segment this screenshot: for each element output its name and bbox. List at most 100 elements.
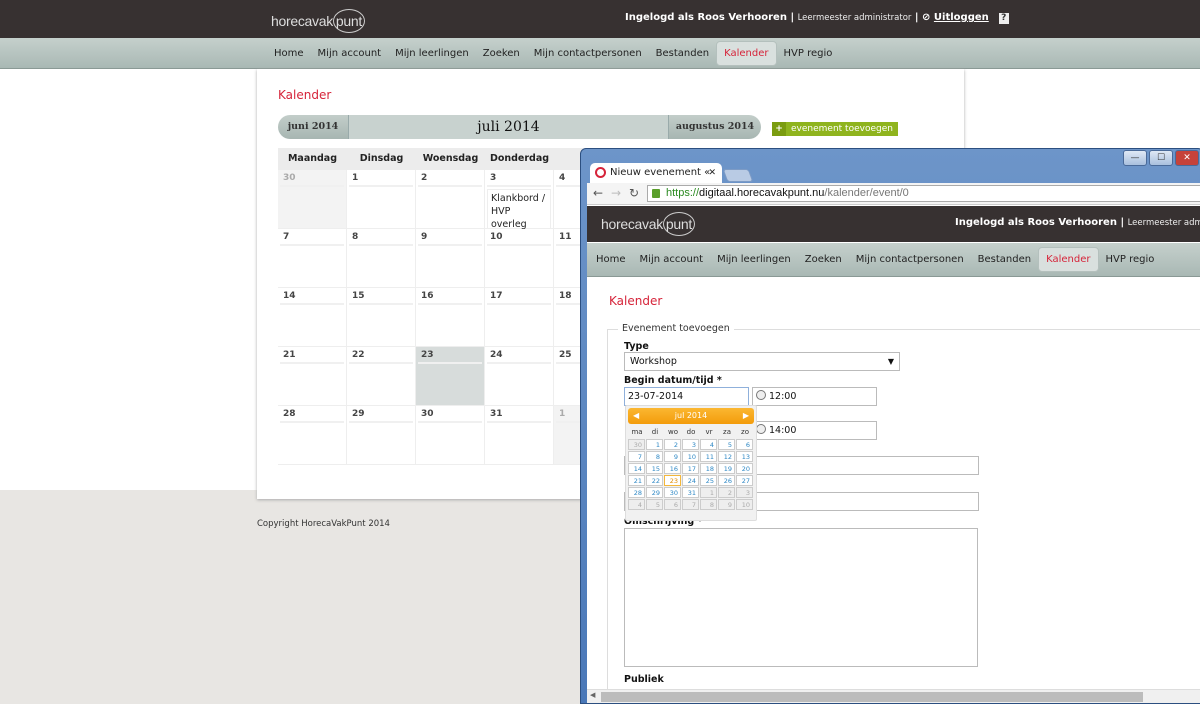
day-cell[interactable]: 24 bbox=[485, 347, 554, 406]
nav-item-zoeken[interactable]: Zoeken bbox=[476, 42, 527, 65]
nav-item-mijn-leerlingen[interactable]: Mijn leerlingen bbox=[710, 248, 798, 271]
datepicker-day[interactable]: 5 bbox=[646, 499, 663, 510]
datepicker-day[interactable]: 14 bbox=[628, 463, 645, 474]
datepicker-day[interactable]: 9 bbox=[718, 499, 735, 510]
browser-tab[interactable]: Nieuw evenement «✕ bbox=[590, 163, 722, 183]
datepicker-day[interactable]: 3 bbox=[682, 439, 699, 450]
nav-item-bestanden[interactable]: Bestanden bbox=[649, 42, 716, 65]
datepicker-day[interactable]: 6 bbox=[736, 439, 753, 450]
nav-item-mijn-contactpersonen[interactable]: Mijn contactpersonen bbox=[849, 248, 971, 271]
day-cell[interactable]: 28 bbox=[278, 406, 347, 465]
datepicker-day[interactable]: 29 bbox=[646, 487, 663, 498]
day-cell[interactable]: 16 bbox=[416, 288, 485, 347]
nav-item-kalender[interactable]: Kalender bbox=[1038, 247, 1099, 272]
new-tab-button[interactable] bbox=[722, 169, 754, 182]
maximize-button[interactable]: ☐ bbox=[1149, 150, 1173, 166]
datepicker-day[interactable]: 26 bbox=[718, 475, 735, 486]
nav-item-mijn-leerlingen[interactable]: Mijn leerlingen bbox=[388, 42, 476, 65]
logo[interactable]: horecavak punt bbox=[271, 9, 365, 33]
prev-month-button[interactable]: juni 2014 bbox=[278, 115, 348, 139]
datepicker-day[interactable]: 19 bbox=[718, 463, 735, 474]
datepicker-day[interactable]: 22 bbox=[646, 475, 663, 486]
day-cell[interactable]: 21 bbox=[278, 347, 347, 406]
address-bar[interactable]: https://digitaal.horecavakpunt.nu/kalend… bbox=[647, 185, 1200, 202]
day-cell[interactable]: 3 Klankbord / HVP overleg bbox=[485, 170, 554, 234]
day-cell[interactable]: 29 bbox=[347, 406, 416, 465]
datepicker-day[interactable]: 21 bbox=[628, 475, 645, 486]
scroll-left-icon[interactable]: ◀ bbox=[590, 691, 595, 699]
next-month-icon[interactable]: ▶ bbox=[743, 408, 749, 424]
datepicker-day[interactable]: 20 bbox=[736, 463, 753, 474]
day-cell[interactable]: 15 bbox=[347, 288, 416, 347]
datepicker-day[interactable]: 7 bbox=[682, 499, 699, 510]
datepicker-day[interactable]: 4 bbox=[628, 499, 645, 510]
datepicker-day[interactable]: 17 bbox=[682, 463, 699, 474]
datepicker-day[interactable]: 2 bbox=[664, 439, 681, 450]
datepicker-day[interactable]: 31 bbox=[682, 487, 699, 498]
end-time-input[interactable]: 14:00 bbox=[752, 421, 877, 440]
horizontal-scrollbar[interactable]: ◀ bbox=[587, 689, 1200, 703]
day-cell[interactable]: 23 bbox=[416, 347, 485, 406]
reload-icon[interactable]: ↻ bbox=[629, 186, 639, 200]
day-cell[interactable]: 10 bbox=[485, 229, 554, 288]
begin-time-input[interactable]: 12:00 bbox=[752, 387, 877, 406]
add-event-button[interactable]: + evenement toevoegen bbox=[772, 122, 898, 136]
type-select[interactable]: Workshop ▼ bbox=[624, 352, 900, 371]
datepicker-day[interactable]: 28 bbox=[628, 487, 645, 498]
datepicker-day[interactable]: 15 bbox=[646, 463, 663, 474]
help-icon[interactable]: ? bbox=[998, 13, 1009, 24]
datepicker-day[interactable]: 1 bbox=[646, 439, 663, 450]
day-cell[interactable]: 22 bbox=[347, 347, 416, 406]
nav-item-hvp-regio[interactable]: HVP regio bbox=[1099, 248, 1162, 271]
nav-item-zoeken[interactable]: Zoeken bbox=[798, 248, 849, 271]
datepicker-day[interactable]: 16 bbox=[664, 463, 681, 474]
back-icon[interactable]: ← bbox=[593, 186, 603, 200]
datepicker-day[interactable]: 1 bbox=[700, 487, 717, 498]
datepicker-day[interactable]: 13 bbox=[736, 451, 753, 462]
datepicker-day[interactable]: 18 bbox=[700, 463, 717, 474]
nav-item-bestanden[interactable]: Bestanden bbox=[971, 248, 1038, 271]
datepicker-day[interactable]: 23 bbox=[664, 475, 681, 486]
datepicker-day[interactable]: 5 bbox=[718, 439, 735, 450]
day-cell[interactable]: 9 bbox=[416, 229, 485, 288]
description-textarea[interactable] bbox=[624, 528, 978, 667]
nav-item-hvp-regio[interactable]: HVP regio bbox=[777, 42, 840, 65]
minimize-button[interactable]: — bbox=[1123, 150, 1147, 166]
datepicker-day[interactable]: 8 bbox=[700, 499, 717, 510]
close-window-button[interactable]: ✕ bbox=[1175, 150, 1199, 166]
datepicker-day[interactable]: 8 bbox=[646, 451, 663, 462]
nav-item-home[interactable]: Home bbox=[267, 42, 311, 65]
logout-link[interactable]: Uitloggen bbox=[934, 12, 989, 23]
nav-item-home[interactable]: Home bbox=[589, 248, 633, 271]
begin-date-input[interactable]: 23-07-2014 bbox=[624, 387, 913, 546]
day-cell[interactable]: 2 bbox=[416, 170, 485, 229]
datepicker-day[interactable]: 10 bbox=[682, 451, 699, 462]
nav-item-mijn-account[interactable]: Mijn account bbox=[633, 248, 711, 271]
datepicker-day[interactable]: 24 bbox=[682, 475, 699, 486]
day-cell[interactable]: 30 bbox=[416, 406, 485, 465]
forward-icon[interactable]: → bbox=[611, 186, 621, 200]
datepicker-day[interactable]: 10 bbox=[736, 499, 753, 510]
datepicker-day[interactable]: 2 bbox=[718, 487, 735, 498]
day-cell[interactable]: 1 bbox=[347, 170, 416, 229]
datepicker-day[interactable]: 9 bbox=[664, 451, 681, 462]
close-tab-icon[interactable]: ✕ bbox=[708, 163, 716, 183]
datepicker-day[interactable]: 12 bbox=[718, 451, 735, 462]
day-cell[interactable]: 17 bbox=[485, 288, 554, 347]
datepicker-day[interactable]: 30 bbox=[628, 439, 645, 450]
day-cell[interactable]: 7 bbox=[278, 229, 347, 288]
datepicker-day[interactable]: 7 bbox=[628, 451, 645, 462]
datepicker-day[interactable]: 27 bbox=[736, 475, 753, 486]
datepicker-day[interactable]: 6 bbox=[664, 499, 681, 510]
logo[interactable]: horecavak punt bbox=[601, 212, 695, 236]
day-cell[interactable]: 14 bbox=[278, 288, 347, 347]
scrollbar-thumb[interactable] bbox=[601, 692, 1143, 702]
datepicker-day[interactable]: 25 bbox=[700, 475, 717, 486]
day-cell[interactable]: 31 bbox=[485, 406, 554, 465]
day-cell[interactable]: 8 bbox=[347, 229, 416, 288]
nav-item-kalender[interactable]: Kalender bbox=[716, 40, 777, 66]
nav-item-mijn-contactpersonen[interactable]: Mijn contactpersonen bbox=[527, 42, 649, 65]
nav-item-mijn-account[interactable]: Mijn account bbox=[311, 42, 389, 65]
next-month-button[interactable]: augustus 2014 bbox=[669, 115, 761, 139]
datepicker-day[interactable]: 4 bbox=[700, 439, 717, 450]
